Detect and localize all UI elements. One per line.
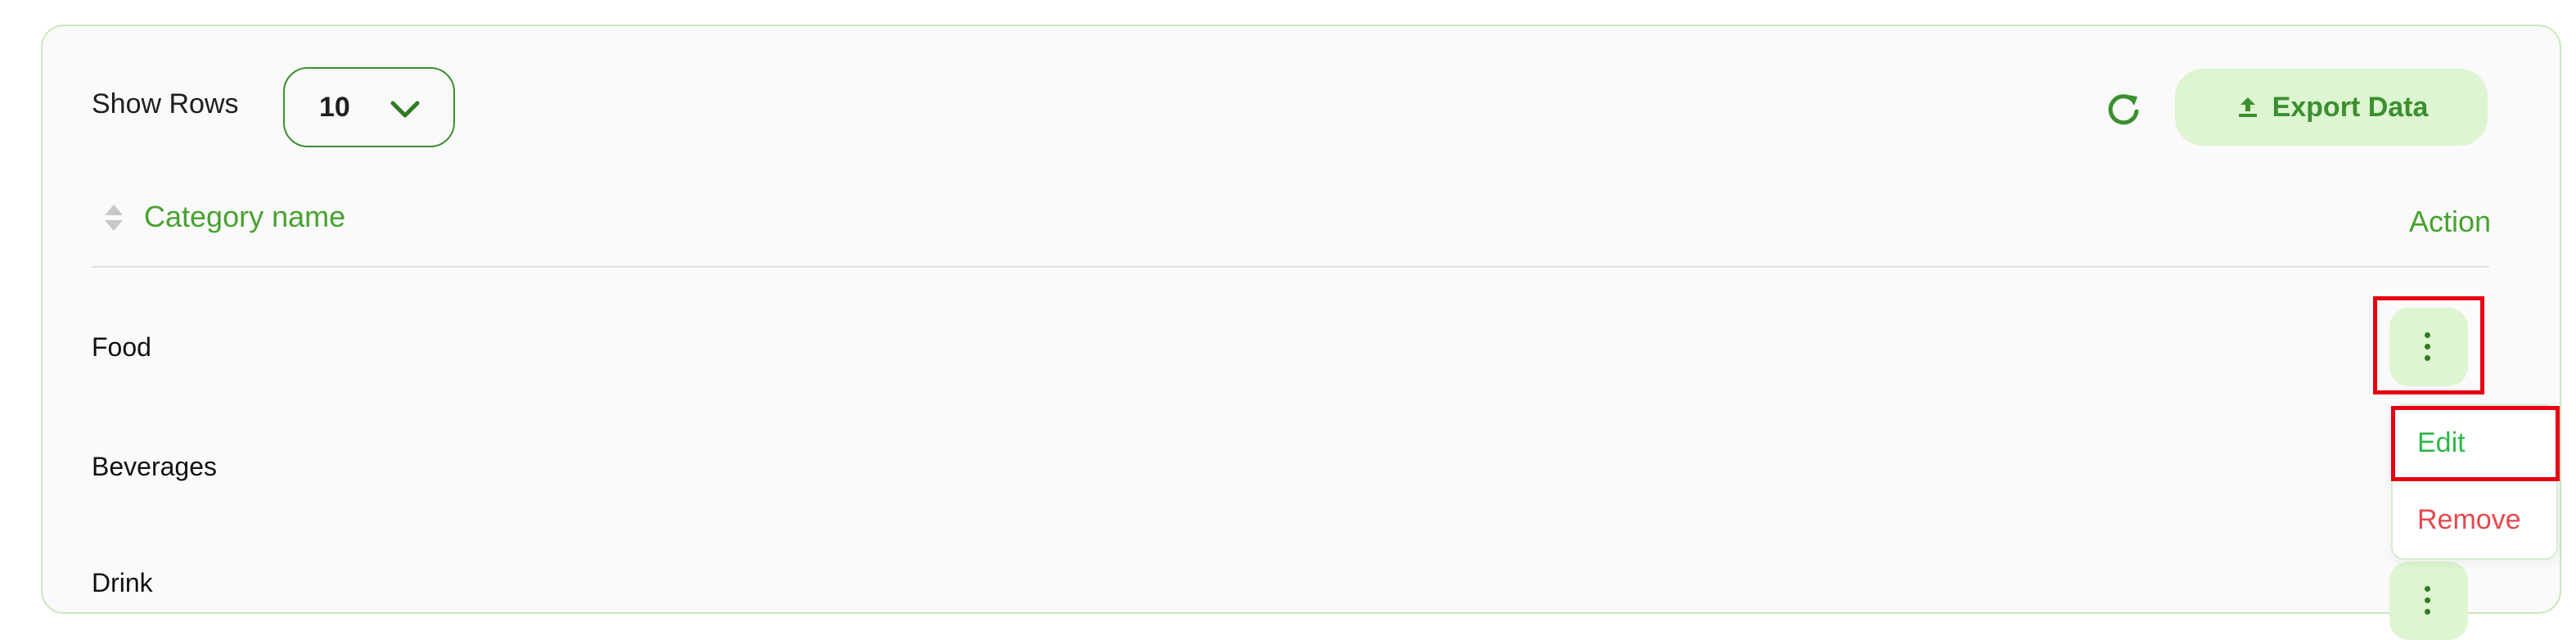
refresh-icon[interactable] — [2103, 88, 2144, 129]
kebab-menu-icon — [2425, 586, 2433, 615]
export-data-label: Export Data — [2272, 91, 2429, 123]
table-row-name: Beverages — [92, 452, 217, 481]
rows-per-page-value: 10 — [319, 92, 350, 123]
sort-icon[interactable] — [101, 201, 126, 234]
rows-per-page-select[interactable]: 10 — [283, 67, 455, 147]
upload-icon — [2238, 97, 2257, 117]
row-actions-button[interactable] — [2389, 308, 2468, 386]
edit-menu-item[interactable]: Edit — [2417, 427, 2466, 459]
show-rows-label: Show Rows — [92, 88, 239, 119]
export-data-button[interactable]: Export Data — [2175, 69, 2488, 146]
header-divider — [92, 266, 2489, 268]
table-row-name: Food — [92, 332, 151, 362]
chevron-down-icon — [390, 101, 420, 118]
column-header-category-name[interactable]: Category name — [144, 200, 345, 234]
kebab-menu-icon — [2425, 332, 2433, 362]
table-row-name: Drink — [92, 568, 153, 597]
column-header-action: Action — [2408, 205, 2491, 238]
row-actions-button[interactable] — [2389, 561, 2468, 640]
remove-menu-item[interactable]: Remove — [2417, 504, 2521, 536]
row-actions-menu: Edit Remove — [2391, 404, 2558, 560]
